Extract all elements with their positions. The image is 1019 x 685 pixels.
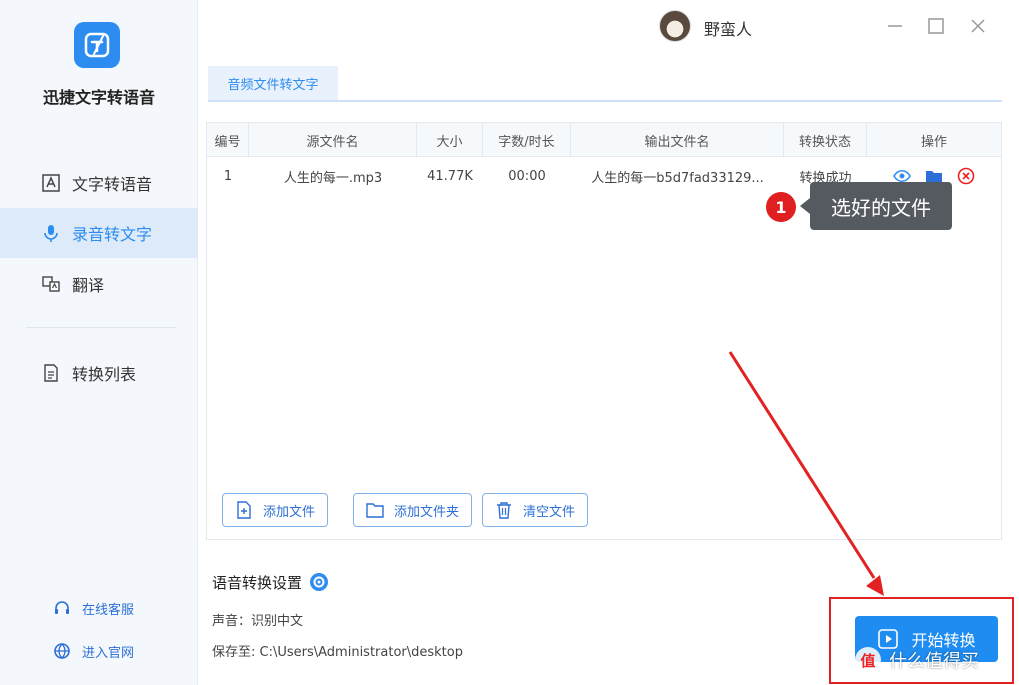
cell-output-file: 人生的每一b5d7fad33129... (591, 170, 764, 186)
settings-title-label: 语音转换设置 (212, 573, 303, 592)
sidebar: 迅捷文字转语音 文字转语音 录音转文字 翻译 转换列表 在线客服 进入官网 (0, 0, 198, 685)
delete-icon[interactable] (956, 166, 976, 186)
sidebar-item-conversion-list[interactable]: 转换列表 (0, 348, 198, 398)
add-folder-label: 添加文件夹 (394, 504, 460, 520)
column-header: 字数/时长 (483, 123, 571, 157)
column-header: 输出文件名 (571, 123, 784, 157)
clear-files-button[interactable]: 清空文件 (482, 493, 589, 527)
column-header: 转换状态 (784, 123, 867, 157)
settings-title: 语音转换设置 (212, 571, 330, 593)
column-header: 编号 (207, 123, 249, 157)
cell-source-file: 人生的每一.mp3 (283, 170, 383, 186)
official-site-label: 进入官网 (82, 645, 135, 661)
tab-underline (208, 100, 1002, 102)
cell-size: 41.77K (427, 168, 473, 184)
column-header: 操作 (920, 134, 947, 150)
app-logo-icon (74, 22, 120, 68)
clear-files-label: 清空文件 (523, 504, 576, 520)
add-file-button[interactable]: 添加文件 (222, 493, 329, 527)
voice-setting: 声音：识别中文 (212, 614, 304, 629)
sidebar-item-label: 翻译 (72, 276, 105, 295)
official-site-link[interactable]: 进入官网 (52, 641, 134, 661)
minimize-icon (888, 25, 902, 27)
microphone-icon (40, 222, 62, 244)
add-file-label: 添加文件 (263, 504, 316, 520)
tab-audio-to-text[interactable]: 音频文件转文字 (208, 66, 338, 100)
username[interactable]: 野蛮人 (704, 16, 752, 40)
close-icon (971, 19, 985, 33)
app-name: 迅捷文字转语音 (42, 88, 155, 107)
online-support-label: 在线客服 (82, 602, 135, 618)
online-support-link[interactable]: 在线客服 (52, 598, 134, 618)
step-badge: 1 (766, 192, 796, 222)
sidebar-item-label: 转换列表 (72, 365, 137, 384)
sidebar-item-label: 录音转文字 (72, 225, 153, 244)
list-icon (40, 362, 62, 384)
sidebar-item-text-to-speech[interactable]: 文字转语音 (0, 158, 198, 208)
sidebar-item-label: 文字转语音 (72, 175, 153, 194)
watermark: 值 什么值得买 (855, 647, 979, 673)
column-header: 源文件名 (249, 123, 417, 157)
column-header: 大小 (417, 123, 483, 157)
annotation-tooltip: 选好的文件 (800, 182, 952, 230)
save-path-setting[interactable]: 保存至: C:\Users\Administrator\desktop (212, 641, 463, 660)
close-button[interactable] (963, 12, 993, 40)
minimize-button[interactable] (880, 12, 910, 40)
trash-icon (495, 501, 513, 519)
table-header: 编号 源文件名 大小 字数/时长 输出文件名 转换状态 操作 (207, 123, 1001, 157)
folder-icon (366, 501, 384, 519)
add-file-icon (235, 501, 253, 519)
maximize-icon (928, 18, 944, 34)
sidebar-item-speech-to-text[interactable]: 录音转文字 (0, 208, 198, 258)
translate-icon (40, 273, 62, 295)
cell-duration: 00:00 (508, 168, 546, 184)
text-to-speech-icon (40, 172, 62, 194)
avatar[interactable] (659, 10, 691, 42)
maximize-button[interactable] (921, 12, 951, 40)
watermark-logo-icon: 值 (855, 647, 881, 673)
watermark-text: 什么值得买 (889, 651, 979, 672)
cell-number: 1 (223, 168, 233, 184)
headset-icon (52, 598, 72, 618)
gear-icon[interactable] (308, 571, 330, 593)
sidebar-divider (26, 327, 176, 328)
sidebar-item-translate[interactable]: 翻译 (0, 259, 198, 309)
globe-icon (52, 641, 72, 661)
add-folder-button[interactable]: 添加文件夹 (353, 493, 473, 527)
